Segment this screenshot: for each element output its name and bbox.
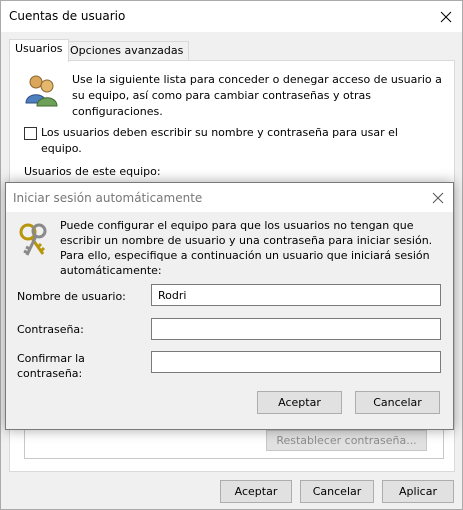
users-list-heading: Usuarios de este equipo: (24, 165, 161, 178)
username-input[interactable] (151, 284, 441, 306)
auto-logon-dialog: Iniciar sesión automáticamente Puede con… (5, 182, 454, 430)
dialog-close-button[interactable] (427, 187, 449, 209)
keys-icon (19, 223, 47, 256)
window-title: Cuentas de usuario (9, 9, 126, 23)
users-intro-text: Use la siguiente lista para conceder o d… (72, 73, 442, 118)
password-input[interactable] (151, 318, 441, 340)
ok-button[interactable]: Aceptar (220, 480, 292, 503)
tab-usuarios[interactable]: Usuarios (9, 39, 69, 62)
dialog-description: Puede configurar el equipo para que los … (60, 219, 433, 277)
username-label: Nombre de usuario: (17, 290, 126, 303)
tab-opciones-avanzadas[interactable]: Opciones avanzadas (64, 41, 190, 61)
cancel-button[interactable]: Cancelar (300, 480, 374, 503)
confirm-password-label: Confirmar la contraseña: (17, 352, 85, 380)
users-icon (25, 75, 58, 107)
close-icon (440, 11, 452, 23)
window-close-button[interactable] (435, 6, 457, 28)
close-icon (432, 192, 444, 204)
dialog-ok-button[interactable]: Aceptar (257, 391, 342, 414)
password-label: Contraseña: (17, 323, 84, 336)
require-login-checkbox[interactable] (24, 127, 37, 140)
window-titlebar: Cuentas de usuario (1, 1, 462, 32)
dialog-cancel-button[interactable]: Cancelar (355, 391, 440, 414)
apply-button[interactable]: Aplicar (382, 480, 454, 503)
reset-password-button[interactable]: Restablecer contraseña... (266, 430, 427, 451)
require-login-label[interactable]: Los usuarios deben escribir su nombre y … (41, 125, 441, 157)
dialog-title: Iniciar sesión automáticamente (13, 191, 203, 205)
dialog-titlebar: Iniciar sesión automáticamente (6, 183, 453, 212)
confirm-password-input[interactable] (151, 351, 441, 373)
